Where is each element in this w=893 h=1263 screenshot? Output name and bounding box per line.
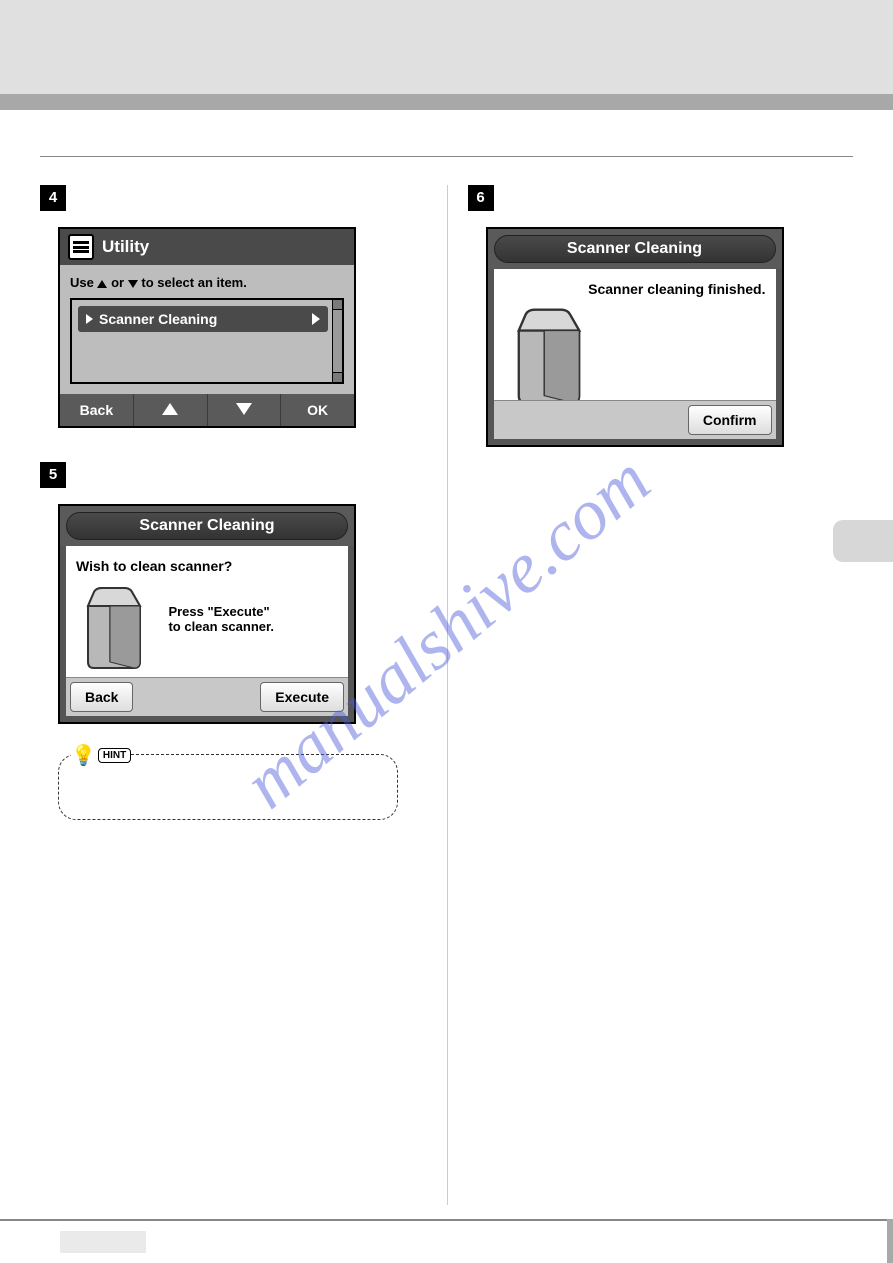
screen-title: Utility [102,237,149,257]
hint-label: HINT [98,748,131,763]
back-button[interactable]: Back [70,682,133,712]
down-button[interactable] [208,394,282,426]
printer-icon [76,584,152,675]
status-text: Scanner cleaning finished. [504,281,766,297]
pill-header: Scanner Cleaning [488,229,782,269]
cleaning-finished-screen: Scanner Cleaning Scanner cleaning finish… [486,227,784,447]
list-area: Scanner Cleaning [70,298,344,384]
step-text: Press the [Execute] button. [78,462,234,481]
menu-icon [68,234,94,260]
section-rule [40,156,853,157]
scroll-up-icon[interactable] [333,300,342,310]
list-item-label: Scanner Cleaning [99,311,217,327]
panel-line1: Press "Execute" [168,604,269,619]
panel-text: Press "Execute" to clean scanner. [168,604,274,634]
left-column: 4 Select [Scanner Cleaning] and press th… [40,185,447,1205]
step-number: 5 [40,462,66,488]
back-button-label: Back [85,689,118,705]
down-arrow-icon [128,280,138,288]
printer-icon [504,305,594,410]
instr-prefix: Use [70,275,94,290]
hint-box: 💡 HINT Press the [Back] button to cancel… [58,754,398,820]
hint-text: Press the [Back] button to cancel scanne… [113,769,379,805]
selection-pointer-icon [86,314,93,324]
step-4: 4 Select [Scanner Cleaning] and press th… [40,185,427,428]
list-scrollbar[interactable] [332,300,342,382]
nav-up-icon [162,403,178,415]
step-number: 6 [468,185,494,211]
right-column: 6 When cleaning is finished, press the [… [447,185,854,1205]
step-text: When cleaning is finished, press the [Co… [506,185,814,204]
step-5: 5 Press the [Execute] button. Scanner Cl… [40,462,427,820]
pill-title-bar: Scanner Cleaning [494,235,776,263]
bulb-icon: 💡 [71,743,96,768]
ok-button-label: OK [307,402,328,418]
step-text: Select [Scanner Cleaning] and press the … [78,185,384,204]
page-footer [0,1219,893,1263]
step-number: 4 [40,185,66,211]
execute-button[interactable]: Execute [260,682,344,712]
step-6: 6 When cleaning is finished, press the [… [468,185,854,447]
back-button-label: Back [80,402,113,418]
panel-line2: to clean scanner. [168,619,274,634]
confirm-button[interactable]: Confirm [688,405,772,435]
confirm-button-label: Confirm [703,412,757,428]
sub-header-band [0,94,893,110]
screen-body: Use or to select an item. Scanner Cleani… [60,265,354,394]
screen-header: Utility [60,229,354,265]
hint-badge: 💡 HINT [71,743,131,768]
footer-shadow [887,1219,893,1263]
panel-button-row: Back Execute [66,677,348,716]
instruction-text: Use or to select an item. [70,275,344,290]
footer-inner-box [60,1231,146,1253]
scroll-down-icon[interactable] [333,372,342,382]
utility-screen: Utility Use or to select an item. [58,227,356,428]
header-band [0,0,893,94]
screen-title: Scanner Cleaning [567,240,702,257]
panel-body: Scanner cleaning finished. Confirm [488,269,782,445]
chevron-right-icon [312,313,320,325]
ok-button[interactable]: OK [281,394,354,426]
execute-button-label: Execute [275,689,329,705]
nav-down-icon [236,403,252,415]
scanner-cleaning-screen: Scanner Cleaning Wish to clean scanner? [58,504,356,724]
instr-mid: or [111,275,124,290]
screen-title: Scanner Cleaning [139,517,274,534]
instr-suffix: to select an item. [141,275,246,290]
back-button[interactable]: Back [60,394,134,426]
panel-body: Wish to clean scanner? [60,546,354,722]
screen-footer: Back OK [60,394,354,426]
up-button[interactable] [134,394,208,426]
prompt-text: Wish to clean scanner? [76,558,338,574]
pill-header: Scanner Cleaning [60,506,354,546]
pill-title-bar: Scanner Cleaning [66,512,348,540]
list-item-scanner-cleaning[interactable]: Scanner Cleaning [78,306,328,332]
up-arrow-icon [97,280,107,288]
panel-button-row: Confirm [494,400,776,439]
